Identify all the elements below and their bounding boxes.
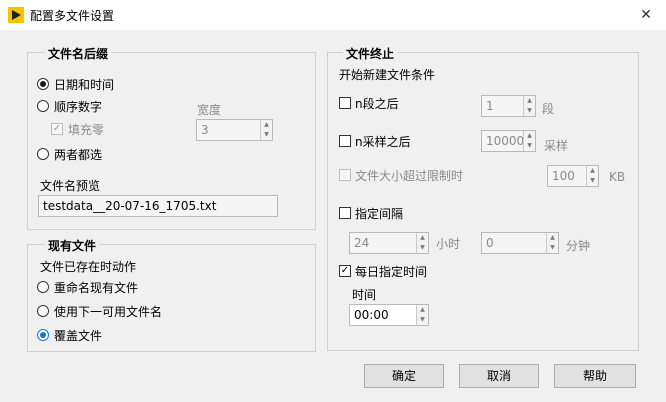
- after-samples-label: n采样之后: [355, 135, 411, 149]
- existing-action-label: 文件已存在时动作: [40, 260, 137, 274]
- spin-up-icon[interactable]: ▲: [417, 233, 428, 243]
- samples-unit: 采样: [544, 139, 569, 153]
- existing-file-legend: 现有文件: [45, 237, 100, 254]
- width-spinner[interactable]: ▲ ▼: [260, 120, 272, 140]
- filename-suffix-legend: 文件名后缀: [45, 45, 112, 62]
- spin-up-icon[interactable]: ▲: [261, 120, 272, 130]
- spin-up-icon[interactable]: ▲: [524, 131, 535, 141]
- size-spinner[interactable]: ▲ ▼: [586, 166, 598, 186]
- spin-down-icon[interactable]: ▼: [417, 315, 428, 325]
- interval-label: 指定间隔: [355, 207, 404, 221]
- fill-zero-checkbox[interactable]: ✓: [51, 123, 63, 135]
- radio-rename[interactable]: [37, 281, 49, 293]
- daily-time-label: 每日指定时间: [355, 265, 428, 279]
- hours-unit: 小时: [436, 237, 461, 251]
- spin-down-icon[interactable]: ▼: [524, 141, 535, 151]
- radio-datetime-label: 日期和时间: [54, 78, 115, 92]
- spin-up-icon[interactable]: ▲: [524, 96, 535, 106]
- close-icon[interactable]: ✕: [626, 3, 666, 27]
- radio-sequence-label: 顺序数字: [54, 100, 103, 114]
- preview-label: 文件名预览: [40, 179, 101, 193]
- radio-datetime[interactable]: [37, 78, 49, 90]
- size-limit-label: 文件大小超过限制时: [355, 169, 464, 183]
- segments-unit: 段: [542, 102, 555, 116]
- window-title: 配置多文件设置: [30, 9, 115, 23]
- radio-both-label: 两者都选: [54, 148, 103, 162]
- radio-next-available[interactable]: [37, 305, 49, 317]
- labview-app-icon: [8, 7, 24, 23]
- spin-down-icon[interactable]: ▼: [587, 176, 598, 186]
- time-label: 时间: [352, 288, 377, 302]
- ok-button[interactable]: 确定: [364, 364, 444, 388]
- after-segments-checkbox[interactable]: [339, 97, 351, 109]
- radio-next-available-label: 使用下一可用文件名: [54, 305, 163, 319]
- file-end-legend: 文件终止: [343, 45, 398, 62]
- samples-spinner[interactable]: ▲ ▼: [523, 131, 535, 151]
- spin-down-icon[interactable]: ▼: [524, 106, 535, 116]
- daily-time-checkbox[interactable]: ✓: [339, 265, 351, 277]
- hours-spinner[interactable]: ▲ ▼: [416, 233, 428, 253]
- radio-both[interactable]: [37, 148, 49, 160]
- radio-rename-label: 重命名现有文件: [54, 281, 139, 295]
- radio-sequence[interactable]: [37, 100, 49, 112]
- cancel-button[interactable]: 取消: [459, 364, 539, 388]
- minutes-unit: 分钟: [566, 239, 591, 253]
- radio-overwrite-label: 覆盖文件: [54, 329, 103, 343]
- spin-up-icon[interactable]: ▲: [547, 233, 558, 243]
- spin-down-icon[interactable]: ▼: [417, 243, 428, 253]
- fill-zero-label: 填充零: [68, 123, 105, 137]
- spin-up-icon[interactable]: ▲: [587, 166, 598, 176]
- time-spinner[interactable]: ▲ ▼: [416, 305, 428, 325]
- size-limit-checkbox[interactable]: [339, 169, 351, 181]
- spin-up-icon[interactable]: ▲: [417, 305, 428, 315]
- after-segments-label: n段之后: [355, 97, 399, 111]
- size-unit: KB: [609, 170, 626, 184]
- minutes-spinner[interactable]: ▲ ▼: [546, 233, 558, 253]
- after-samples-checkbox[interactable]: [339, 135, 351, 147]
- interval-checkbox[interactable]: [339, 207, 351, 219]
- radio-overwrite[interactable]: [37, 329, 49, 341]
- new-file-condition-label: 开始新建文件条件: [339, 68, 436, 82]
- segments-spinner[interactable]: ▲ ▼: [523, 96, 535, 116]
- help-button[interactable]: 帮助: [554, 364, 636, 388]
- width-label: 宽度: [197, 103, 222, 117]
- filename-preview-field: testdata__20-07-16_1705.txt: [38, 195, 278, 217]
- spin-down-icon[interactable]: ▼: [261, 130, 272, 140]
- spin-down-icon[interactable]: ▼: [547, 243, 558, 253]
